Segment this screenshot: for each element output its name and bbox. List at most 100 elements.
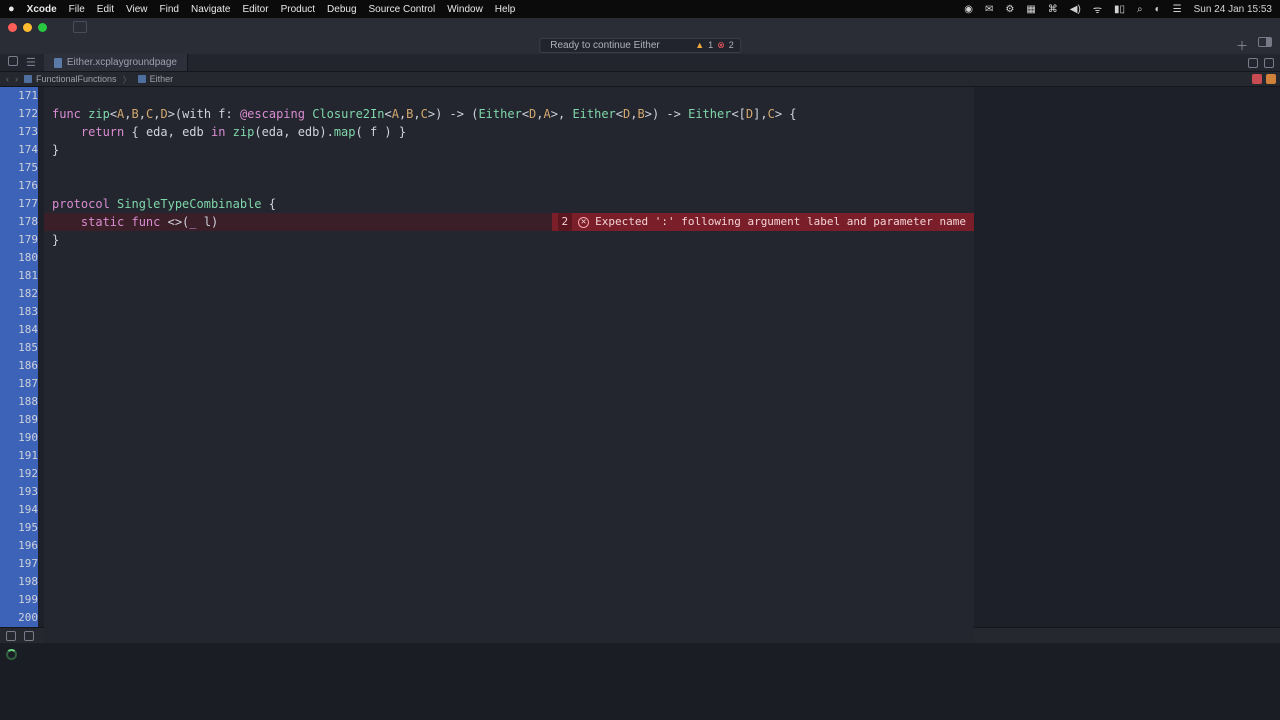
line-number-gutter: 1711721731741751761771781791801811821831… <box>0 87 44 627</box>
line-number: 193 <box>0 483 38 501</box>
menu-editor[interactable]: Editor <box>242 4 268 15</box>
code-line[interactable]: protocol SingleTypeCombinable { <box>44 195 974 213</box>
code-line[interactable] <box>44 501 974 519</box>
line-number: 195 <box>0 519 38 537</box>
toggle-inspectors-button[interactable] <box>1258 37 1272 47</box>
code-line[interactable] <box>44 573 974 591</box>
control-center-icon[interactable]: ☰ <box>1173 4 1182 15</box>
code-line[interactable] <box>44 609 974 627</box>
inline-error-banner[interactable]: 2 ✕ Expected ':' following argument label … <box>552 213 975 231</box>
code-line[interactable]: } <box>44 231 974 249</box>
add-editor-button[interactable]: ＋ <box>1236 37 1248 54</box>
menu-find[interactable]: Find <box>160 4 179 15</box>
app-menu[interactable]: Xcode <box>27 4 57 15</box>
code-line[interactable] <box>44 177 974 195</box>
menu-navigate[interactable]: Navigate <box>191 4 230 15</box>
menu-view[interactable]: View <box>126 4 148 15</box>
minimap-warning-marker[interactable] <box>1266 74 1276 84</box>
wifi-icon[interactable]: ᯤ <box>1093 2 1102 16</box>
code-line[interactable] <box>44 555 974 573</box>
record-icon[interactable]: ◉ <box>964 4 973 15</box>
code-line[interactable] <box>44 519 974 537</box>
back-button[interactable]: ‹ <box>6 74 9 84</box>
execution-spinner-icon <box>6 649 17 660</box>
code-line[interactable]: return { eda, edb in zip(eda, edb).map( … <box>44 123 974 141</box>
line-number: 185 <box>0 339 38 357</box>
code-line[interactable] <box>44 537 974 555</box>
toggle-navigator-button[interactable] <box>73 21 87 33</box>
activity-status[interactable]: Ready to continue Either ▲ 1 ⊗ 2 <box>539 38 741 53</box>
menu-window[interactable]: Window <box>447 4 483 15</box>
warning-icon[interactable]: ▲ <box>695 40 704 50</box>
error-circle-icon: ✕ <box>578 217 589 228</box>
line-number: 184 <box>0 321 38 339</box>
inline-error-message: Expected ':' following argument label an… <box>595 213 966 231</box>
line-number: 183 <box>0 303 38 321</box>
spotlight-icon[interactable]: ⌕ <box>1137 4 1143 15</box>
editor-options-icon[interactable] <box>1248 58 1258 68</box>
menu-file[interactable]: File <box>69 4 85 15</box>
code-line[interactable] <box>44 321 974 339</box>
settings-icon[interactable]: ⚙ <box>1005 4 1014 15</box>
code-line[interactable] <box>44 393 974 411</box>
crumb-file[interactable]: Either <box>150 74 174 84</box>
minimap-error-marker[interactable] <box>1252 74 1262 84</box>
line-number: 182 <box>0 285 38 303</box>
forward-button[interactable]: › <box>15 74 18 84</box>
code-line[interactable] <box>44 87 974 105</box>
jump-bar[interactable]: ‹ › FunctionalFunctions 〉 Either <box>0 72 1280 87</box>
crumb-project[interactable]: FunctionalFunctions <box>36 74 117 84</box>
code-line[interactable] <box>44 357 974 375</box>
siri-icon[interactable]: ◐ <box>1155 4 1161 15</box>
code-line[interactable] <box>44 483 974 501</box>
navigator-toggle-icon[interactable]: ☰ <box>26 56 36 69</box>
chat-icon[interactable]: ✉ <box>985 4 993 15</box>
menubar-clock[interactable]: Sun 24 Jan 15:53 <box>1194 4 1272 15</box>
code-line[interactable] <box>44 591 974 609</box>
code-line[interactable] <box>44 339 974 357</box>
code-line[interactable]: } <box>44 141 974 159</box>
battery-icon[interactable]: ▮▯ <box>1114 4 1125 15</box>
code-line[interactable]: static func <>(_ l)2✕Expected ':' follow… <box>44 213 974 231</box>
line-number: 172 <box>0 105 38 123</box>
code-line[interactable]: func zip<A,B,C,D>(with f: @escaping Clos… <box>44 105 974 123</box>
error-count: 2 <box>729 40 734 50</box>
code-line[interactable] <box>44 303 974 321</box>
code-line[interactable] <box>44 465 974 483</box>
line-number: 194 <box>0 501 38 519</box>
menu-product[interactable]: Product <box>281 4 315 15</box>
menu-edit[interactable]: Edit <box>97 4 114 15</box>
menu-source-control[interactable]: Source Control <box>369 4 436 15</box>
menu-debug[interactable]: Debug <box>327 4 356 15</box>
keys-icon[interactable]: ⌘ <box>1048 4 1058 15</box>
toggle-debug-area-button[interactable] <box>6 631 16 641</box>
code-line[interactable] <box>44 375 974 393</box>
related-items-icon[interactable] <box>8 56 18 66</box>
grid-icon[interactable]: ▦ <box>1026 4 1035 15</box>
console-area[interactable] <box>0 643 1280 720</box>
adjust-editor-icon[interactable] <box>1264 58 1274 68</box>
source-editor[interactable]: 1711721731741751761771781791801811821831… <box>0 87 1280 627</box>
tab-either-playground[interactable]: Either.xcplaygroundpage <box>44 54 188 71</box>
code-line[interactable] <box>44 285 974 303</box>
minimize-window-button[interactable] <box>23 23 32 32</box>
warning-count: 1 <box>708 40 713 50</box>
debug-view-button[interactable] <box>24 631 34 641</box>
zoom-window-button[interactable] <box>38 23 47 32</box>
close-window-button[interactable] <box>8 23 17 32</box>
code-line[interactable] <box>44 159 974 177</box>
line-number: 176 <box>0 177 38 195</box>
code-line[interactable] <box>44 447 974 465</box>
project-icon <box>24 75 32 83</box>
inline-error-count: 2 <box>558 213 573 231</box>
error-icon[interactable]: ⊗ <box>717 40 725 51</box>
code-line[interactable] <box>44 411 974 429</box>
tab-label: Either.xcplaygroundpage <box>67 57 177 68</box>
code-line[interactable] <box>44 429 974 447</box>
code-line[interactable] <box>44 267 974 285</box>
apple-menu-icon[interactable]: ● <box>8 3 15 15</box>
volume-icon[interactable]: ◀) <box>1070 4 1081 15</box>
menu-help[interactable]: Help <box>495 4 516 15</box>
swift-file-icon <box>54 58 62 68</box>
code-line[interactable] <box>44 249 974 267</box>
